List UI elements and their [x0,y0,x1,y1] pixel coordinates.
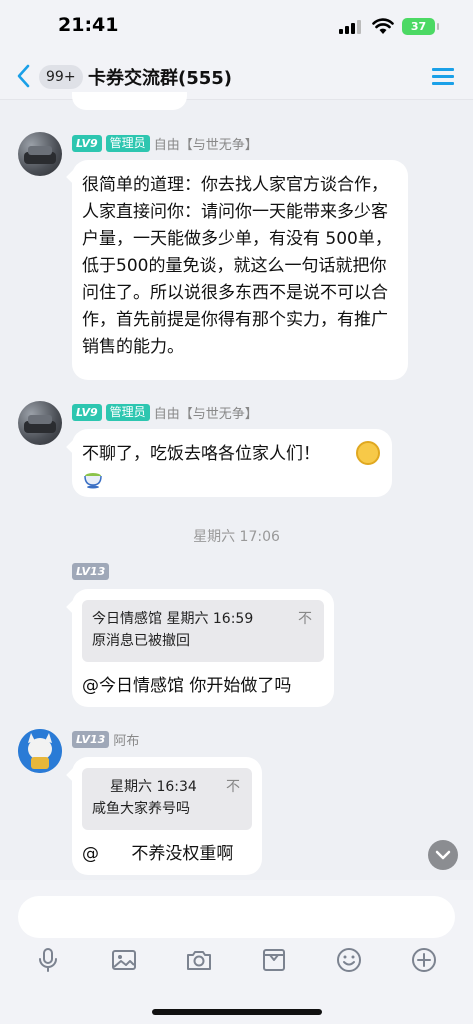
level-badge: LV13 [72,731,110,748]
gift-icon[interactable] [260,946,288,974]
message-text: @ 不养没权重啊 [82,844,234,864]
sender-meta: LV9 管理员 自由【与世无争】 [72,403,258,422]
level-badge: LV9 [72,135,102,152]
role-badge: 管理员 [105,135,150,152]
message-bubble[interactable]: 不聊了，吃饭去咯各位家人们！ [72,429,392,497]
message-text: 不聊了，吃饭去咯各位家人们！ [82,444,320,464]
cellular-signal-icon [339,20,363,34]
quoted-message[interactable]: 今日情感馆 星期六 16:59 不 原消息已被撤回 [82,600,324,662]
battery-icon: 37 [402,18,439,35]
camera-icon[interactable] [185,946,213,974]
avatar[interactable] [18,132,62,176]
scroll-to-bottom-button[interactable] [428,840,458,870]
wifi-icon [372,18,394,34]
message-text: 很简单的道理：你去找人家官方谈合作，人家直接问你：请问你一天能带来多少客户量，一… [82,175,392,357]
chat-timestamp: 星期六 17:06 [193,529,280,545]
level-badge: LV9 [72,404,102,421]
message-bubble[interactable]: 今日情感馆 星期六 16:59 不 原消息已被撤回 @今日情感馆 你开始做了吗 [72,589,334,707]
message-text: @今日情感馆 你开始做了吗 [82,676,292,696]
level-badge: LV13 [72,563,110,580]
sender-meta: LV9 管理员 自由【与世无争】 [72,134,258,153]
tea-cup-emoji-icon [84,473,102,489]
sender-meta: LV13 阿布 [72,730,139,749]
unread-badge[interactable]: 99+ [39,65,83,89]
sender-name[interactable]: 阿布 [113,730,139,749]
message-bubble[interactable]: 很简单的道理：你去找人家官方谈合作，人家直接问你：请问你一天能带来多少客户量，一… [72,160,408,380]
avatar[interactable] [18,401,62,445]
input-bar [0,880,473,1024]
sender-meta: LV13 [72,563,110,580]
battery-level: 37 [410,20,427,33]
plus-circle-icon[interactable] [410,946,438,974]
sender-name[interactable]: 自由【与世无争】 [154,403,258,422]
avatar[interactable] [18,729,62,773]
image-icon[interactable] [110,946,138,974]
status-time: 21:41 [58,14,119,36]
chat-header: 99+ 卡券交流群(555) [0,54,473,100]
role-badge: 管理员 [105,404,150,421]
quote-mark: 不 [226,779,240,795]
message-bubble[interactable]: 星期六 16:34 不 咸鱼大家养号吗 @ 不养没权重啊 [72,757,262,875]
microphone-icon[interactable] [34,946,62,974]
sender-name[interactable]: 自由【与世无争】 [154,134,258,153]
quote-text: 咸鱼大家养号吗 [92,801,190,817]
chevron-down-icon [435,850,451,860]
quote-text: 原消息已被撤回 [92,633,190,649]
message-bubble-partial[interactable] [72,92,187,110]
home-indicator [152,1009,322,1015]
quoted-message[interactable]: 星期六 16:34 不 咸鱼大家养号吗 [82,768,252,830]
quote-header: 今日情感馆 星期六 16:59 [92,611,254,627]
chevron-left-icon[interactable] [14,63,34,89]
status-bar: 21:41 37 [0,0,473,54]
group-title[interactable]: 卡券交流群(555) [88,64,232,90]
smile-icon[interactable] [335,946,363,974]
smirk-emoji-icon [356,441,380,465]
menu-icon[interactable] [432,66,454,86]
quote-mark: 不 [298,611,312,627]
quote-header: 星期六 16:34 [110,779,197,795]
message-input[interactable] [18,896,455,938]
